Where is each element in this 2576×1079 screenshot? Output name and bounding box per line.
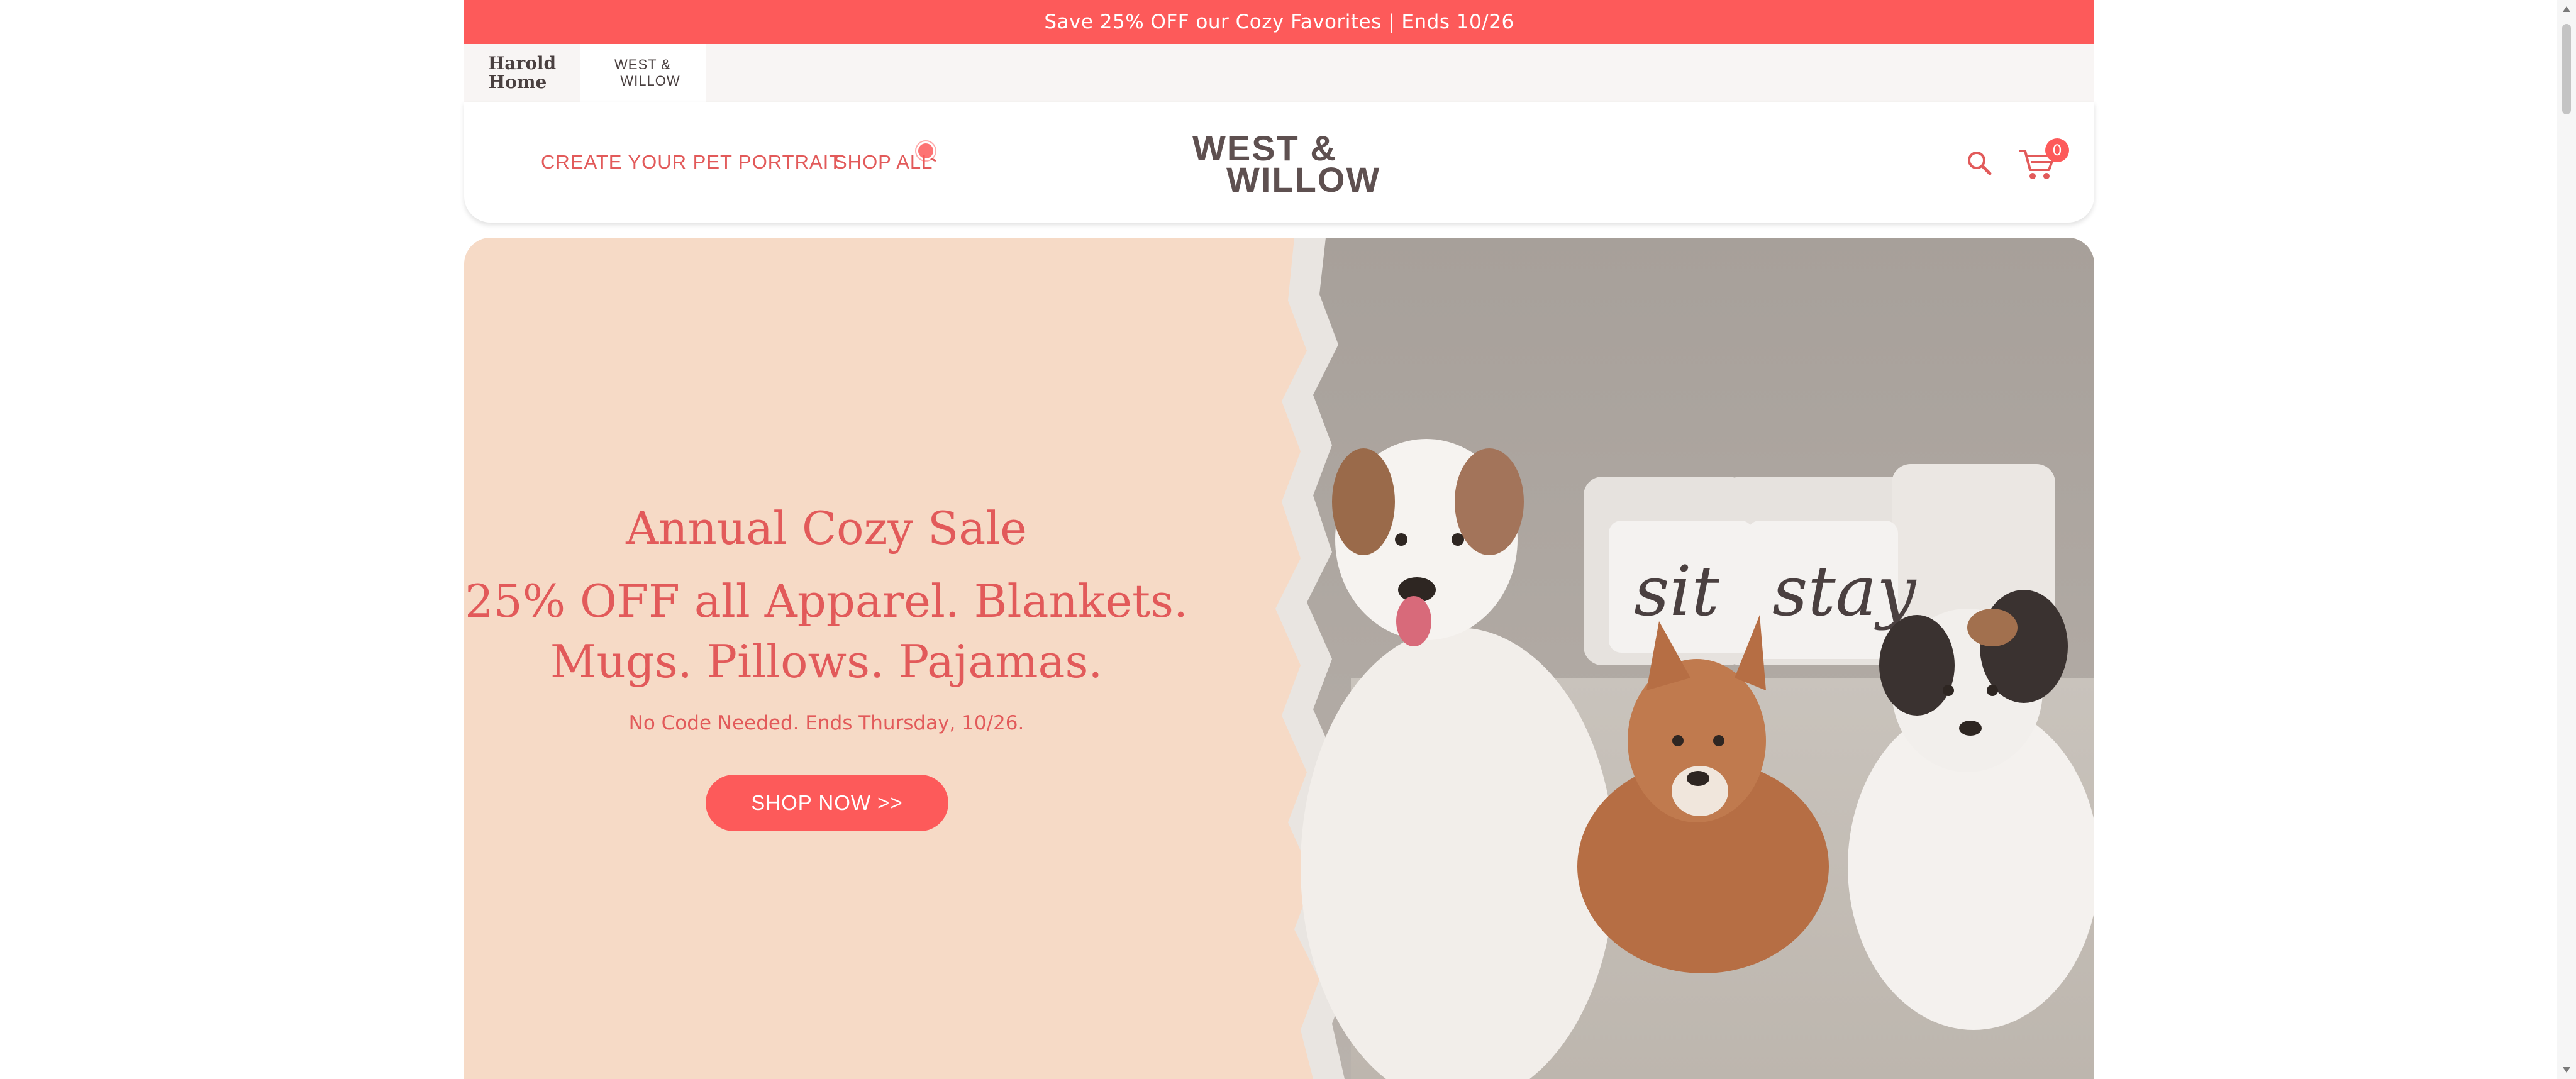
- hero-note: No Code Needed. Ends Thursday, 10/26.: [628, 712, 1024, 734]
- brand-tab-harold-home[interactable]: Harold Home: [464, 44, 580, 102]
- announcement-bar[interactable]: Save 25% OFF our Cozy Favorites | Ends 1…: [464, 0, 2094, 44]
- hero-text-panel: Annual Cozy Sale 25% OFF all Apparel. Bl…: [464, 238, 1189, 1079]
- announcement-text: Save 25% OFF our Cozy Favorites | Ends 1…: [1044, 11, 1514, 33]
- hero-subtitle-line2: Mugs. Pillows. Pajamas.: [550, 635, 1103, 688]
- logo-line2: WILLOW: [1226, 160, 1381, 199]
- page: Save 25% OFF our Cozy Favorites | Ends 1…: [464, 0, 2094, 1079]
- shop-now-button[interactable]: SHOP NOW >>: [706, 775, 948, 831]
- brand-tab-line2: WILLOW: [620, 73, 680, 89]
- scroll-thumb[interactable]: [2562, 24, 2571, 114]
- site-logo[interactable]: WEST & WILLOW: [1192, 130, 1379, 199]
- search-icon[interactable]: [1963, 147, 1996, 180]
- pillow-text-stay: stay: [1772, 551, 1917, 631]
- main-header: CREATE YOUR PET PORTRAIT SHOP ALL WEST &…: [464, 102, 2094, 223]
- hero-subtitle-line1: 25% OFF all Apparel. Blankets.: [465, 575, 1188, 628]
- hero-title: Annual Cozy Sale: [626, 502, 1027, 555]
- hero-subtitle: 25% OFF all Apparel. Blankets. Mugs. Pil…: [464, 571, 1189, 692]
- scroll-up-icon[interactable]: [2563, 6, 2570, 12]
- hero-dogs-image: sit stay: [1257, 238, 2094, 1079]
- brand-tab-line2: Home: [488, 72, 547, 92]
- brand-tab-line1: Harold: [487, 53, 557, 74]
- cursor-indicator-icon: [915, 140, 936, 162]
- page-scrollbar[interactable]: [2557, 0, 2576, 1079]
- cart-count-badge: 0: [2045, 138, 2069, 162]
- pillow-text-sit: sit: [1634, 551, 1720, 631]
- brand-tab-line1: WEST &: [614, 57, 671, 72]
- brand-tab-west-willow[interactable]: WEST & WILLOW: [580, 44, 706, 102]
- brand-switcher: Harold Home WEST & WILLOW: [464, 44, 2094, 102]
- scroll-down-icon[interactable]: [2563, 1067, 2570, 1073]
- nav-link-create-pet-portrait[interactable]: CREATE YOUR PET PORTRAIT: [541, 151, 841, 174]
- hero-banner: Annual Cozy Sale 25% OFF all Apparel. Bl…: [464, 238, 2094, 1079]
